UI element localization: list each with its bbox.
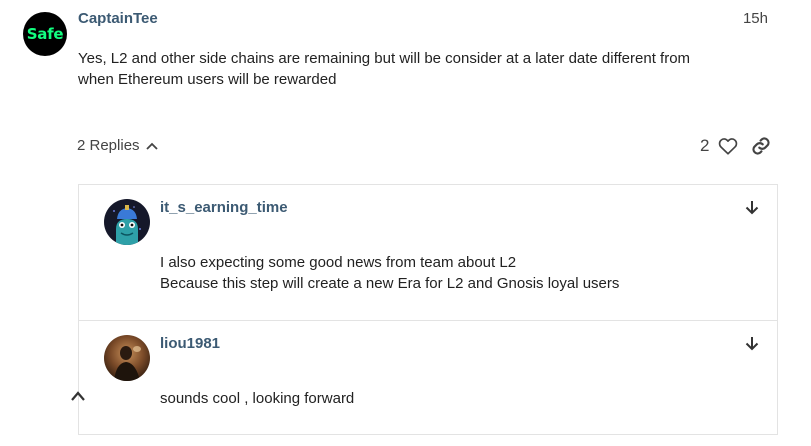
- replies-count-label: 2 Replies: [77, 137, 140, 154]
- chevron-up-icon[interactable]: [70, 390, 86, 402]
- post-body-line: Yes, L2 and other side chains are remain…: [78, 50, 691, 67]
- avatar-logo-text: Safe: [26, 25, 64, 43]
- reply-body: I also expecting some good news from tea…: [160, 252, 619, 294]
- reply-divider: [79, 320, 778, 321]
- post-username[interactable]: CaptainTee: [78, 10, 158, 27]
- avatar-it-s-earning-time[interactable]: [104, 199, 150, 245]
- link-icon[interactable]: [751, 136, 771, 156]
- post-timestamp[interactable]: 15h: [743, 10, 768, 27]
- arrow-down-icon[interactable]: [745, 336, 759, 351]
- reply-body-line: Because this step will create a new Era …: [160, 275, 620, 292]
- post-body-line: when Ethereum users will be rewarded: [78, 71, 337, 88]
- reply-body-line: sounds cool , looking forward: [160, 390, 355, 407]
- photo-avatar-icon: [104, 335, 150, 381]
- reply-username[interactable]: liou1981: [160, 335, 220, 352]
- heart-outline-icon[interactable]: [718, 137, 738, 155]
- reply-body: sounds cool , looking forward: [160, 388, 354, 409]
- reply-body-line: I also expecting some good news from tea…: [160, 254, 517, 271]
- replies-toggle-button[interactable]: 2 Replies: [77, 137, 158, 154]
- chevron-up-icon: [145, 142, 158, 150]
- reply-username[interactable]: it_s_earning_time: [160, 199, 288, 216]
- arrow-down-icon[interactable]: [745, 200, 759, 215]
- avatar-liou1981[interactable]: [104, 335, 150, 381]
- robot-avatar-icon: [104, 199, 150, 245]
- avatar-captaintee[interactable]: Safe: [23, 12, 67, 56]
- post-body: Yes, L2 and other side chains are remain…: [78, 48, 758, 90]
- like-count[interactable]: 2: [700, 136, 709, 156]
